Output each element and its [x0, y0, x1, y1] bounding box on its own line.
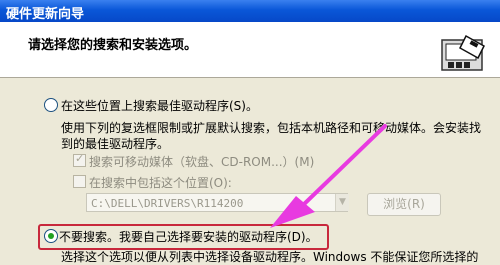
dont-search-description: 选择这个选项以便从列表中选择设备驱动程序。Windows 不能保证您所选择的	[61, 250, 479, 264]
path-dropdown-button[interactable]: ▼	[335, 194, 349, 211]
location-path-input[interactable]: C:\DELL\DRIVERS\R114200	[86, 193, 348, 212]
search-description-line1: 使用下列的复选框限制或扩展默认搜索，包括本机路径和可移动媒体。会安装找	[61, 121, 482, 135]
dont-search-label[interactable]: 不要搜索。我要自己选择要安装的驱动程序(D)。	[59, 228, 318, 245]
removable-media-label: 搜索可移动媒体（软盘、CD-ROM...）(M)	[89, 155, 315, 169]
options-panel: 在这些位置上搜索最佳驱动程序(S)。 使用下列的复选框限制或扩展默认搜索，包括本…	[0, 78, 500, 264]
header-title: 请选择您的搜索和安装选项。	[28, 38, 198, 53]
include-location-checkbox[interactable]	[73, 175, 86, 188]
browse-button[interactable]: 浏览(R)	[367, 193, 441, 216]
window-title: 硬件更新向导	[6, 7, 85, 22]
dont-search-radio[interactable]	[44, 229, 58, 243]
hardware-card-icon	[441, 34, 485, 71]
include-location-label: 在搜索中包括这个位置(O):	[89, 176, 232, 190]
search-locations-label[interactable]: 在这些位置上搜索最佳驱动程序(S)。	[61, 97, 258, 114]
title-bar: 硬件更新向导	[0, 0, 500, 22]
wizard-header: 请选择您的搜索和安装选项。	[0, 22, 500, 78]
search-locations-radio[interactable]	[44, 98, 58, 112]
search-description-line2: 到的最佳驱动程序。	[61, 137, 170, 151]
removable-media-checkbox[interactable]	[73, 152, 86, 167]
